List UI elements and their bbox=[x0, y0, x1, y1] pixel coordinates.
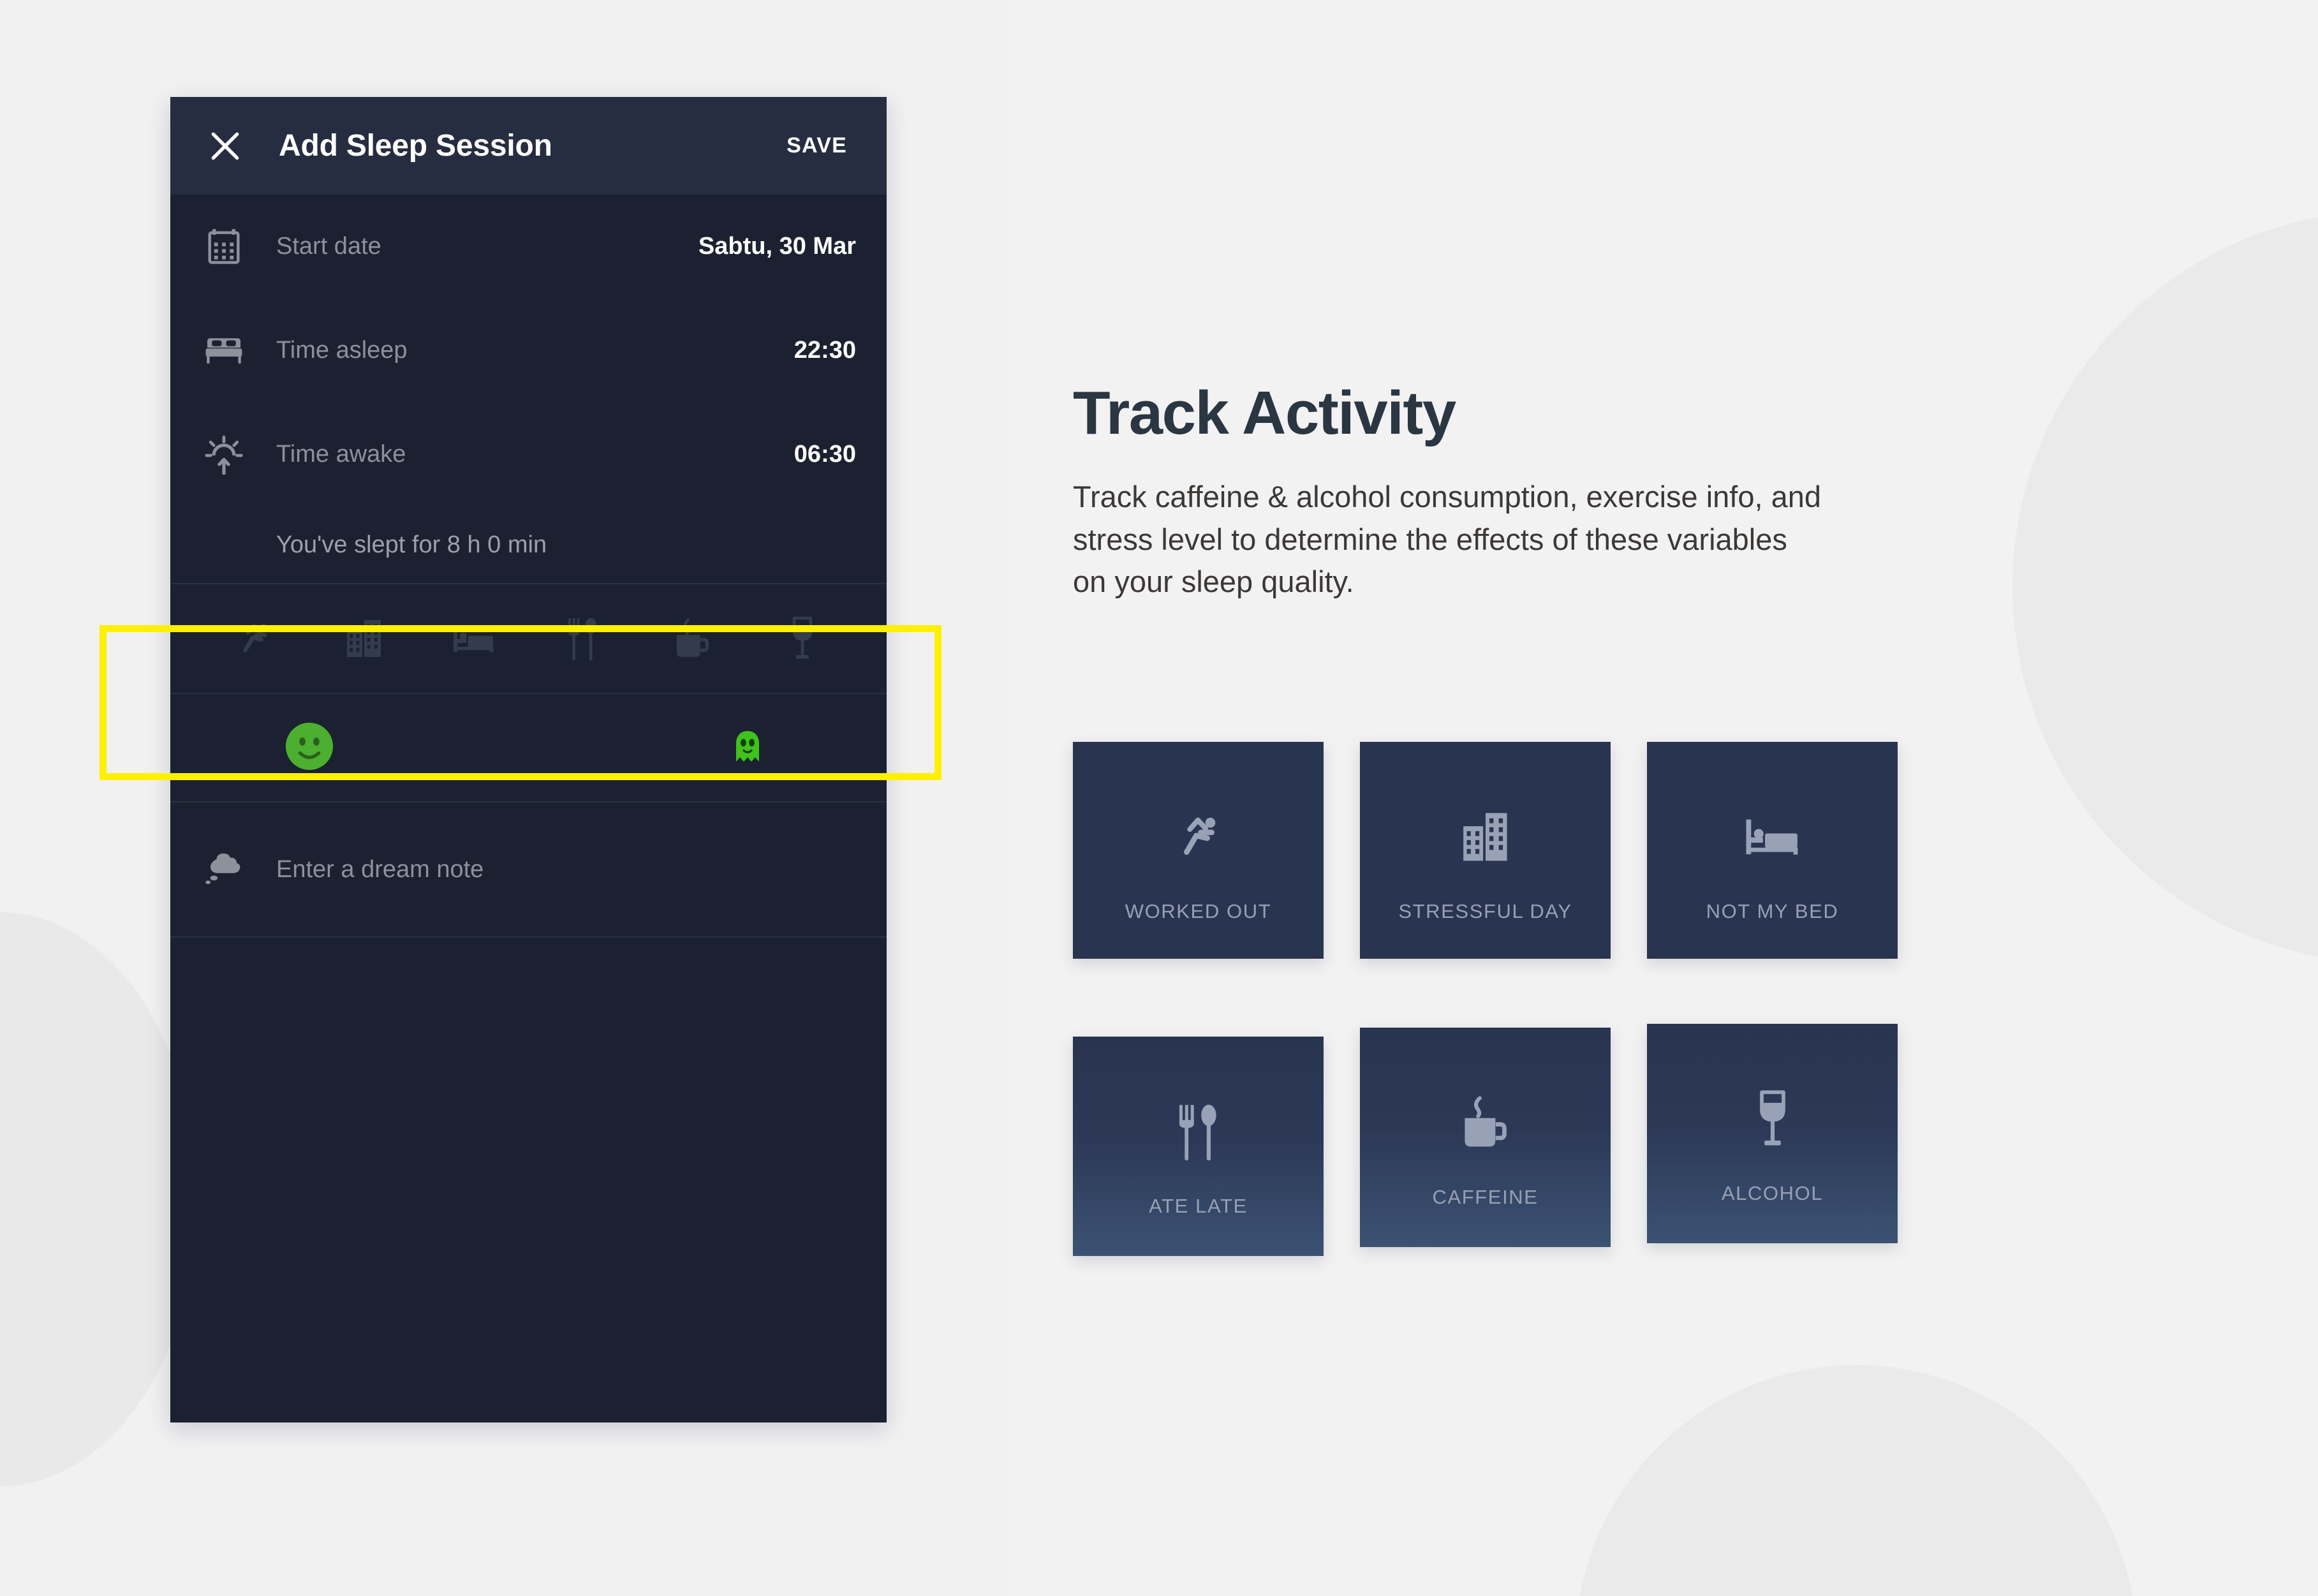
fork-spoon-icon bbox=[565, 616, 602, 661]
page-description: Track caffeine & alcohol consumption, ex… bbox=[1073, 480, 1822, 599]
row-label: Time awake bbox=[276, 441, 406, 468]
card-not-my-bed[interactable]: NOT MY BED bbox=[1647, 742, 1898, 959]
row-label: Time asleep bbox=[276, 337, 408, 364]
dream-note-placeholder: Enter a dream note bbox=[276, 855, 484, 883]
sleep-summary-text: You've slept for 8 h 0 min bbox=[276, 531, 547, 558]
smiley-face-icon bbox=[284, 721, 334, 774]
row-label: Start date bbox=[276, 233, 381, 260]
card-row-bottom: ATE LATE CAFFEINE ALCOHOL bbox=[1073, 1024, 2157, 1256]
wine-glass-icon bbox=[786, 616, 818, 661]
bed-icon bbox=[1743, 803, 1803, 871]
card-ate-late[interactable]: ATE LATE bbox=[1073, 1037, 1324, 1256]
app-body: Start date Sabtu, 30 Mar Time asleep 22:… bbox=[170, 195, 887, 938]
card-stressful-day[interactable]: STRESSFUL DAY bbox=[1360, 742, 1611, 959]
dream-note-row[interactable]: Enter a dream note bbox=[170, 802, 887, 936]
activity-worked-out[interactable] bbox=[200, 617, 309, 660]
mood-strip bbox=[170, 694, 887, 801]
divider bbox=[170, 936, 887, 938]
save-button[interactable]: SAVE bbox=[786, 133, 847, 158]
thought-cloud-icon bbox=[201, 850, 247, 889]
card-caffeine[interactable]: CAFFEINE bbox=[1360, 1028, 1611, 1247]
coffee-cup-icon bbox=[672, 617, 714, 660]
activity-icon-strip bbox=[170, 584, 887, 693]
ghost-icon bbox=[732, 730, 763, 766]
marketing-copy: Track Activity Track caffeine & alcohol … bbox=[1073, 383, 2202, 603]
card-alcohol[interactable]: ALCOHOL bbox=[1647, 1024, 1898, 1243]
activity-not-my-bed[interactable] bbox=[419, 621, 529, 656]
row-value: 22:30 bbox=[794, 337, 856, 364]
activity-card-grid: WORKED OUT STRESSFUL DAY NOT MY BED ATE … bbox=[1073, 742, 2157, 1256]
card-label: STRESSFUL DAY bbox=[1398, 900, 1572, 922]
app-screen-mock: Add Sleep Session SAVE Start date Sabtu,… bbox=[170, 97, 887, 1422]
row-start-date[interactable]: Start date Sabtu, 30 Mar bbox=[170, 195, 887, 299]
buildings-icon bbox=[1460, 803, 1511, 871]
runner-icon bbox=[1171, 803, 1226, 871]
bed-icon bbox=[201, 328, 247, 374]
card-worked-out[interactable]: WORKED OUT bbox=[1073, 742, 1324, 959]
app-header: Add Sleep Session SAVE bbox=[170, 97, 887, 195]
row-time-awake[interactable]: Time awake 06:30 bbox=[170, 403, 887, 506]
fork-spoon-icon bbox=[1174, 1098, 1223, 1165]
buildings-icon bbox=[344, 617, 384, 660]
card-label: ALCOHOL bbox=[1721, 1182, 1824, 1204]
sunrise-icon bbox=[201, 432, 247, 478]
mood-smiley[interactable] bbox=[200, 721, 419, 774]
mood-ghost[interactable] bbox=[638, 730, 857, 766]
activity-caffeine[interactable] bbox=[638, 617, 748, 660]
screenshot-root: Add Sleep Session SAVE Start date Sabtu,… bbox=[0, 0, 2318, 1596]
wine-glass-icon bbox=[1752, 1085, 1794, 1153]
row-value: 06:30 bbox=[794, 441, 856, 468]
runner-icon bbox=[233, 617, 276, 660]
activity-alcohol[interactable] bbox=[748, 616, 857, 661]
bed-icon bbox=[451, 621, 497, 656]
calendar-icon bbox=[201, 224, 247, 270]
page-title: Track Activity bbox=[1073, 379, 1456, 447]
sleep-summary: You've slept for 8 h 0 min bbox=[170, 506, 887, 583]
activity-ate-late[interactable] bbox=[528, 616, 638, 661]
activity-stressful-day[interactable] bbox=[309, 617, 419, 660]
card-label: WORKED OUT bbox=[1125, 900, 1272, 922]
card-label: ATE LATE bbox=[1149, 1195, 1248, 1217]
close-icon bbox=[207, 128, 243, 164]
close-button[interactable] bbox=[201, 122, 249, 170]
card-label: NOT MY BED bbox=[1706, 900, 1839, 922]
card-row-top: WORKED OUT STRESSFUL DAY NOT MY BED bbox=[1073, 742, 2157, 959]
row-time-asleep[interactable]: Time asleep 22:30 bbox=[170, 299, 887, 403]
card-label: CAFFEINE bbox=[1432, 1186, 1539, 1208]
row-value: Sabtu, 30 Mar bbox=[698, 233, 856, 260]
coffee-cup-icon bbox=[1458, 1089, 1513, 1156]
app-title: Add Sleep Session bbox=[279, 129, 552, 163]
